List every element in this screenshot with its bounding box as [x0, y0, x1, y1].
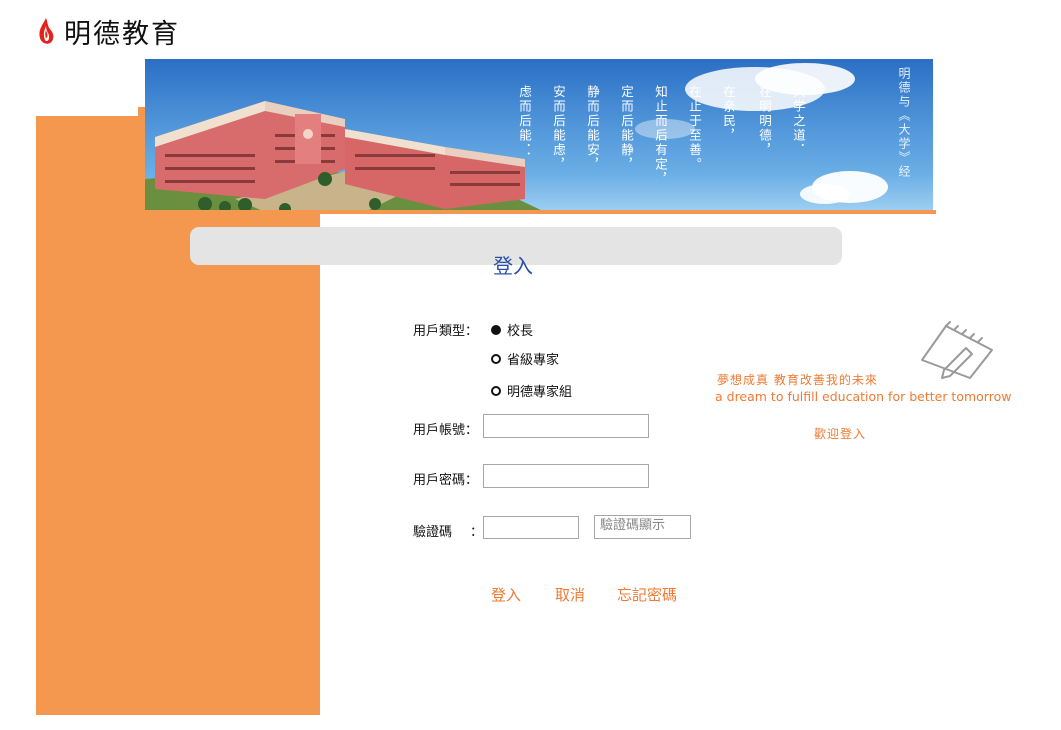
logo: 明德教育 [34, 12, 180, 51]
cancel-button-label: 取消 [555, 586, 586, 604]
welcome-text: 歡迎登入 [814, 427, 867, 441]
radio-unchecked-icon[interactable] [491, 353, 501, 364]
page-title: 登入 [493, 254, 533, 278]
poem-column: 大学之道． [791, 85, 806, 158]
logo-text: 明德教育 [64, 19, 180, 50]
account-input[interactable] [483, 414, 649, 438]
password-label: 用戶密碼： [413, 473, 479, 488]
captcha-input[interactable] [483, 516, 579, 539]
banner-accent-strip [138, 210, 936, 214]
captcha-colon: ： [470, 525, 484, 540]
flame-icon [39, 17, 54, 44]
radio-user-type-provincial-expert[interactable]: 省級專家 [491, 349, 559, 368]
sidebar-notch [36, 96, 138, 116]
poem-column: 安而后能虑， [551, 85, 566, 172]
cancel-button[interactable]: 取消 [555, 582, 599, 608]
poem-column: 在亲民， [721, 85, 736, 143]
radio-label: 校長 [507, 324, 534, 339]
captcha-label: 驗證碼 [413, 525, 453, 540]
forgot-password-label: 忘記密碼 [617, 586, 678, 604]
notepad-pencil-icon [921, 321, 993, 379]
poem-column: 知止而后有定， [653, 85, 668, 187]
login-button-label: 登入 [491, 586, 522, 604]
slogan-chinese: 夢想成真 教育改善我的未來 [717, 373, 878, 387]
forgot-password-button[interactable]: 忘記密碼 [617, 582, 691, 608]
radio-label: 明德專家組 [507, 385, 573, 400]
poem-column: 在明明德， [757, 85, 772, 158]
account-label: 用戶帳號： [413, 423, 479, 438]
slogan-english: a dream to fulfill education for better … [715, 389, 1012, 404]
school-building-illustration [145, 63, 888, 212]
poem-column: 在止于至善。 [687, 85, 702, 172]
password-input[interactable] [483, 464, 649, 488]
radio-unchecked-icon[interactable] [491, 385, 501, 396]
poem-column: 虑而后能．． [517, 85, 532, 166]
user-type-label: 用戶類型： [413, 324, 479, 339]
captcha-display[interactable]: 驗證碼顯示 [594, 515, 691, 539]
banner-side-text: 明德与《大学》经 [897, 67, 911, 179]
radio-user-type-mingde-expert[interactable]: 明德專家組 [491, 381, 572, 400]
radio-label: 省級專家 [507, 353, 560, 368]
poem-column: 静而后能安， [585, 85, 600, 172]
header-banner: 虑而后能．． 安而后能虑， 静而后能安， 定而后能静， 知止而后有定， 在止于至… [145, 59, 933, 212]
poem-column: 定而后能静， [619, 85, 634, 172]
radio-checked-icon[interactable] [491, 324, 501, 335]
login-button[interactable]: 登入 [491, 582, 537, 608]
radio-user-type-principal[interactable]: 校長 [491, 320, 533, 339]
